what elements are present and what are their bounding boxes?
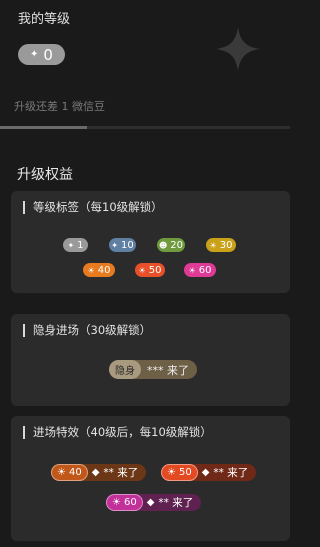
stealth-badge: 隐身 [109,360,141,379]
level-tag-60: ☀ 60 [184,263,216,277]
sparkle-icon: ✦ [67,240,75,250]
effect-text: ** 来了 [158,497,194,509]
level-value: 0 [43,45,53,64]
benefits-title: 升级权益 [17,167,73,183]
sun-icon: ☀ [167,467,176,478]
effect-text: ** 来了 [213,467,249,479]
stealth-entrance-preview: 隐身 *** 来了 [109,360,197,379]
sparkle-icon: ✦ [30,49,39,60]
effect-level-badge: ☀ 50 [161,464,198,481]
sun-icon: ☀ [138,265,146,275]
level-tag-50: ☀ 50 [135,263,165,277]
diamond-icon: ◆ [201,467,210,478]
sun-icon: ☀ [87,265,95,275]
diamond-icon: ◆ [91,467,100,478]
stealth-entrance-card: 隐身进场（30级解锁） 隐身 *** 来了 [11,314,290,406]
entrance-effect-40: ☀ 40 ◆ ** 来了 [51,464,147,481]
sun-icon: ☀ [209,240,217,250]
level-tag-30: ☀ 30 [206,238,236,252]
face-icon: ☻ [158,240,168,250]
level-tag-1: ✦ 1 [63,238,88,252]
progress-text: 升级还差 1 微信豆 [14,100,105,113]
effect-level-badge: ☀ 60 [106,494,143,511]
effect-text: ** 来了 [103,467,139,479]
entrance-effect-50: ☀ 50 ◆ ** 来了 [161,464,257,481]
level-tags-title: 等级标签（每10级解锁） [23,201,163,214]
level-tags-card: 等级标签（每10级解锁） ✦ 1 ✦ 10 ☻ 20 ☀ 30 ☀ 40 ☀ 50 ☀ 60 [11,191,290,293]
sun-icon: ☀ [57,467,66,478]
entrance-effects-card: 进场特效（40级后，每10级解锁） ☀ 40 ◆ ** 来了 ☀ 50 ◆ ** 来… [11,416,290,541]
sun-icon: ☀ [112,497,121,508]
star-decoration-icon [216,27,260,71]
entrance-effects-title: 进场特效（40级后，每10级解锁） [23,426,212,439]
effect-level-badge: ☀ 40 [51,464,88,481]
stealth-entrance-title: 隐身进场（30级解锁） [23,324,151,337]
entrance-effect-60: ☀ 60 ◆ ** 来了 [106,494,202,511]
level-tag-40: ☀ 40 [83,263,115,277]
sparkle-icon: ✦ [111,240,118,250]
stealth-text: *** 来了 [147,363,189,377]
level-tag-10: ✦ 10 [109,238,136,252]
progress-bar [0,126,290,129]
sun-icon: ☀ [188,265,196,275]
level-tag-20: ☻ 20 [157,238,185,252]
progress-bar-fill [0,126,87,129]
diamond-icon: ◆ [146,497,155,508]
level-badge: ✦ 0 [18,44,65,65]
page-header-title: 我的等级 [18,12,71,27]
